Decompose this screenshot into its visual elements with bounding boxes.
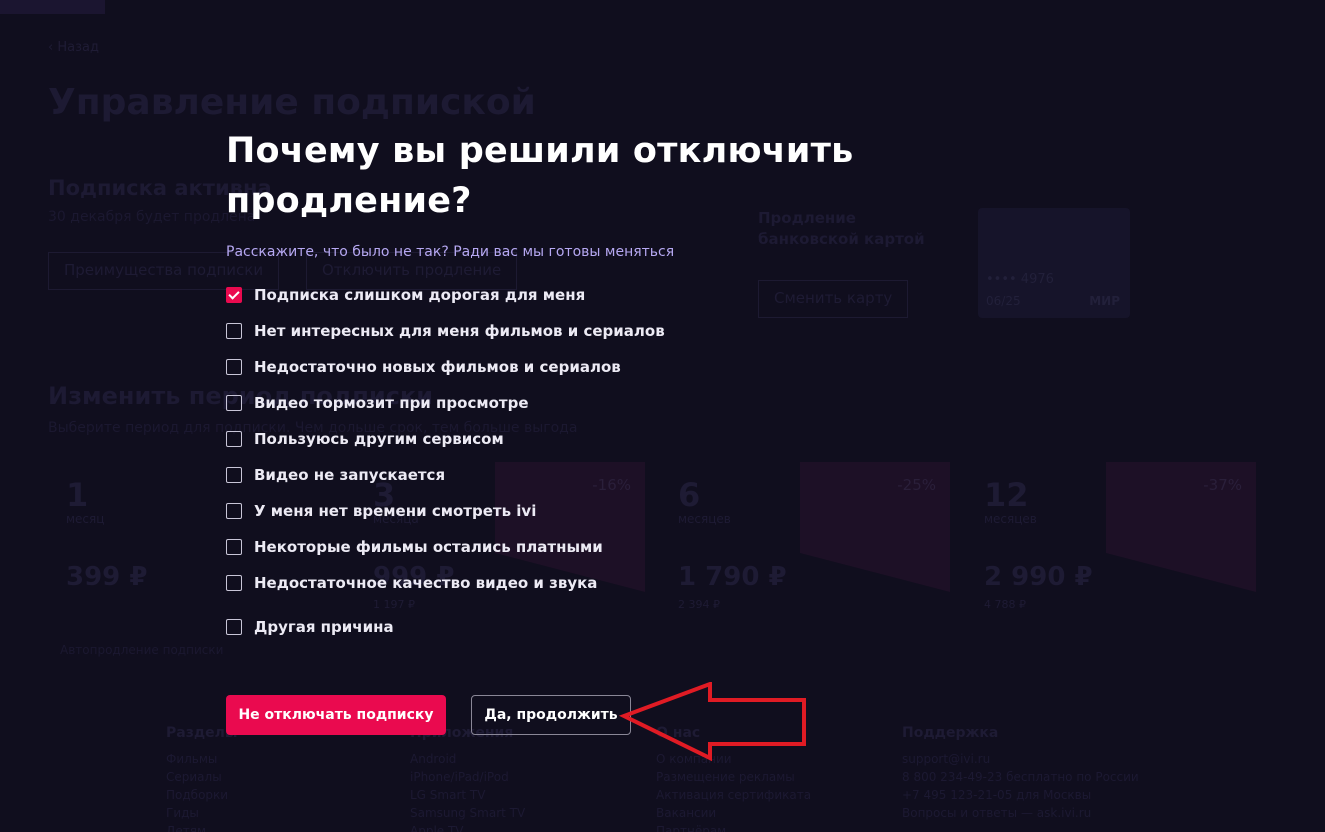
reason-option-other-service[interactable]: Пользуюсь другим сервисом [226, 430, 504, 448]
plan-months: 1 [66, 476, 89, 514]
plan-card-12[interactable]: 12 месяцев 2 990 ₽ 4 788 ₽ -37% [966, 462, 1256, 611]
footer-link[interactable]: Детям [166, 822, 238, 832]
footer-link[interactable]: +7 495 123-21-05 для Москвы [902, 786, 1139, 804]
reason-option-other[interactable]: Другая причина [226, 618, 394, 636]
check-icon[interactable] [226, 287, 242, 303]
checkbox[interactable] [226, 575, 242, 591]
plan-unit: месяцев [678, 512, 731, 526]
checkbox[interactable] [226, 323, 242, 339]
checkbox[interactable] [226, 539, 242, 555]
modal-title-line1: Почему вы решили отключить [226, 131, 854, 171]
discount-badge: -25% [800, 462, 950, 592]
plan-price: 1 790 ₽ [678, 562, 787, 592]
modal-title: Почему вы решили отключить продление? [226, 126, 926, 226]
plan-unit: месяц [66, 512, 105, 526]
reason-label: Видео не запускается [254, 466, 446, 484]
back-link[interactable]: ‹ Назад [48, 40, 99, 55]
checkbox[interactable] [226, 503, 242, 519]
reason-label: Видео тормозит при просмотре [254, 394, 529, 412]
footer-link[interactable]: Размещение рекламы [656, 768, 811, 786]
checkbox[interactable] [226, 467, 242, 483]
footer-link[interactable]: support@ivi.ru [902, 750, 1139, 768]
reason-option-not-enough-new[interactable]: Недостаточно новых фильмов и сериалов [226, 358, 621, 376]
plan-months: 6 [678, 476, 701, 514]
bank-card: •••• 4976 06/25 МИР [978, 208, 1130, 318]
back-label: Назад [57, 40, 99, 55]
reason-label: Другая причина [254, 618, 394, 636]
top-accent-bar [0, 0, 105, 14]
reason-option-no-interesting[interactable]: Нет интересных для меня фильмов и сериал… [226, 322, 665, 340]
plan-old-price: 4 788 ₽ [984, 598, 1026, 611]
discount-label: -37% [1203, 476, 1242, 494]
reason-option-poor-quality[interactable]: Недостаточное качество видео и звука [226, 574, 597, 592]
footer-link[interactable]: Сериалы [166, 768, 238, 786]
reason-option-no-time[interactable]: У меня нет времени смотреть ivi [226, 502, 536, 520]
footer-link[interactable]: Вопросы и ответы — ask.ivi.ru [902, 804, 1139, 822]
modal-subtitle: Расскажите, что было не так? Ради вас мы… [226, 244, 675, 260]
footer-link[interactable]: Подборки [166, 786, 238, 804]
autorenew-note: Автопродление подписки [60, 643, 224, 657]
footer-support: Поддержка support@ivi.ru 8 800 234-49-23… [902, 724, 1139, 822]
plan-old-price: 1 197 ₽ [373, 598, 415, 611]
footer-link[interactable]: Партнёрам [656, 822, 811, 832]
checkbox[interactable] [226, 395, 242, 411]
discount-badge: -37% [1106, 462, 1256, 592]
card-number: •••• 4976 [986, 272, 1054, 287]
keep-subscription-button[interactable]: Не отключать подписку [226, 695, 446, 735]
checkbox[interactable] [226, 431, 242, 447]
page-title: Управление подпиской [48, 82, 536, 123]
checkbox[interactable] [226, 619, 242, 635]
card-expiry: 06/25 [986, 294, 1021, 308]
footer-heading: Поддержка [902, 725, 999, 741]
plan-card-6[interactable]: 6 месяцев 1 790 ₽ 2 394 ₽ -25% [660, 462, 950, 611]
reason-option-video-lags[interactable]: Видео тормозит при просмотре [226, 394, 529, 412]
plan-unit: месяцев [984, 512, 1037, 526]
footer-link[interactable]: iPhone/iPad/iPod [410, 768, 525, 786]
discount-label: -25% [897, 476, 936, 494]
plan-old-price: 2 394 ₽ [678, 598, 720, 611]
change-card-button[interactable]: Сменить карту [758, 280, 909, 318]
footer-link[interactable]: Samsung Smart TV [410, 804, 525, 822]
footer-link[interactable]: Вакансии [656, 804, 811, 822]
footer-link[interactable]: 8 800 234-49-23 бесплатно по России [902, 768, 1139, 786]
reason-label: Пользуюсь другим сервисом [254, 430, 504, 448]
discount-label: -16% [592, 476, 631, 494]
footer-sections: Разделы Фильмы Сериалы Подборки Гиды Дет… [166, 724, 238, 832]
plan-price: 2 990 ₽ [984, 562, 1093, 592]
discount-badge: -16% [495, 462, 645, 592]
plan-price: 399 ₽ [66, 562, 148, 592]
cancel-reason-modal: Почему вы решили отключить продление? Ра… [226, 126, 926, 636]
reason-label: У меня нет времени смотреть ivi [254, 502, 537, 520]
reason-label: Недостаточно новых фильмов и сериалов [254, 358, 621, 376]
footer-link[interactable]: Android [410, 750, 525, 768]
reason-option-expensive[interactable]: Подписка слишком дорогая для меня [226, 286, 585, 304]
footer-link[interactable]: Apple TV [410, 822, 525, 832]
plan-months: 12 [984, 476, 1029, 514]
card-system: МИР [1089, 294, 1120, 308]
arrow-left-icon [618, 682, 806, 762]
footer-link[interactable]: Фильмы [166, 750, 238, 768]
reason-option-paid-films[interactable]: Некоторые фильмы остались платными [226, 538, 603, 556]
checkbox[interactable] [226, 359, 242, 375]
footer-link[interactable]: Гиды [166, 804, 238, 822]
reason-label: Подписка слишком дорогая для меня [254, 286, 586, 304]
reason-option-video-wont-start[interactable]: Видео не запускается [226, 466, 445, 484]
reason-label: Некоторые фильмы остались платными [254, 538, 603, 556]
footer-link[interactable]: LG Smart TV [410, 786, 525, 804]
footer-apps: Приложения Android iPhone/iPad/iPod LG S… [410, 724, 525, 832]
subscription-date: 30 декабря будет продлена [48, 209, 256, 225]
reason-label: Нет интересных для меня фильмов и сериал… [254, 322, 665, 340]
continue-button[interactable]: Да, продолжить [471, 695, 631, 735]
footer-link[interactable]: Активация сертификата [656, 786, 811, 804]
modal-title-line2: продление? [226, 181, 472, 221]
reason-label: Недостаточное качество видео и звука [254, 574, 598, 592]
